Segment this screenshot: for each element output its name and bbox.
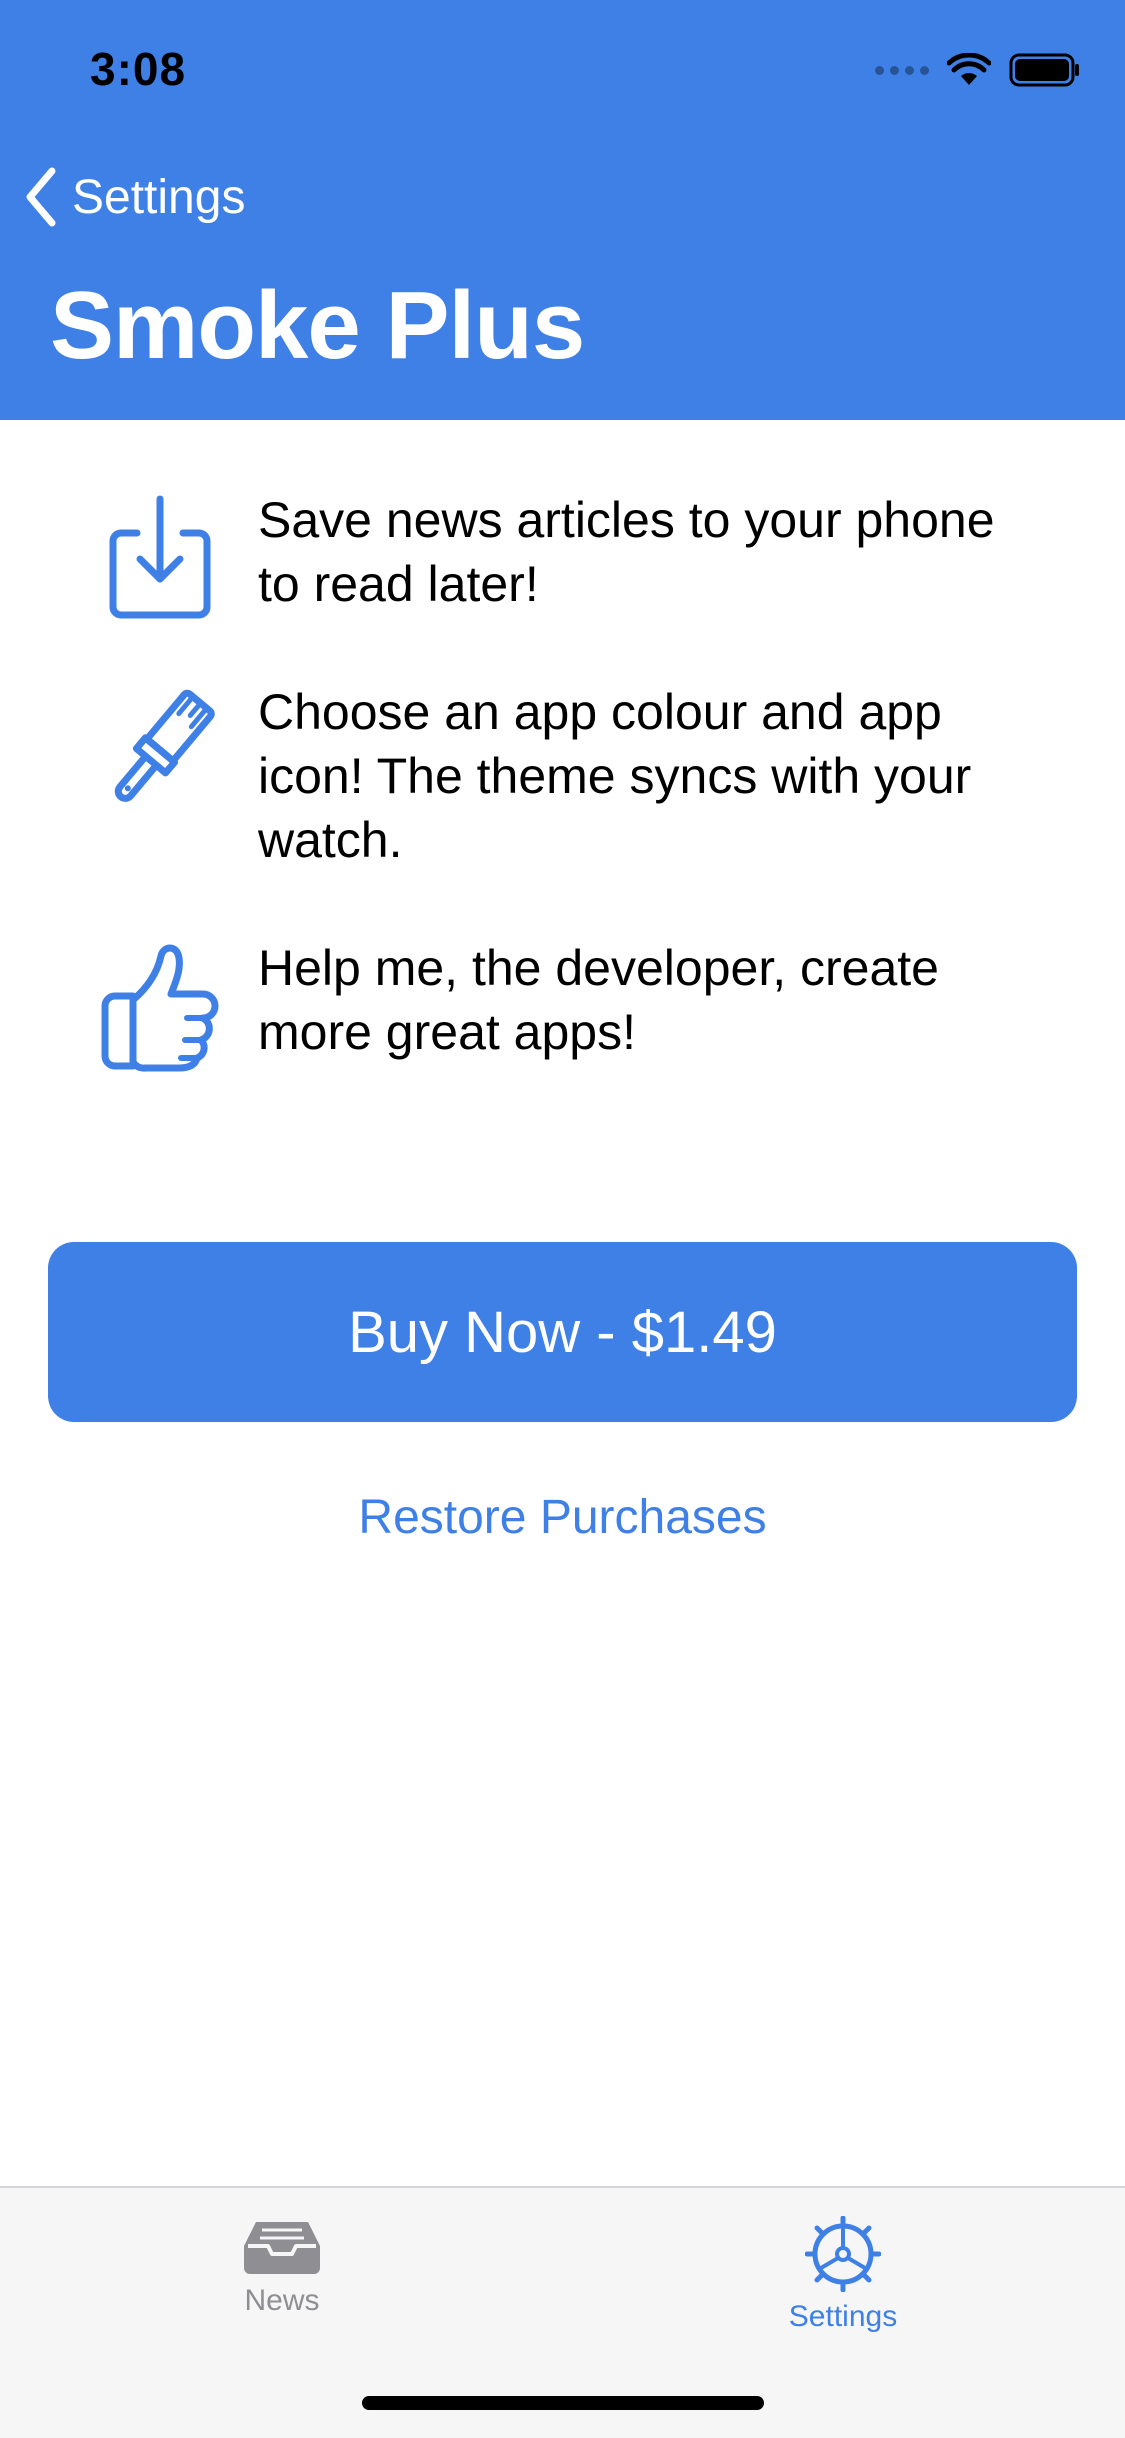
home-indicator[interactable] [362, 2396, 764, 2410]
inbox-tray-icon [244, 2222, 320, 2274]
back-button-label: Settings [72, 170, 246, 224]
back-button[interactable]: Settings [24, 162, 245, 232]
buy-now-button[interactable]: Buy Now - $1.49 [48, 1242, 1077, 1422]
thumbs-up-icon [90, 936, 230, 1076]
feature-text: Choose an app colour and app icon! The t… [258, 684, 972, 868]
tab-news[interactable]: News [152, 2216, 412, 2318]
tab-settings[interactable]: Settings [713, 2216, 973, 2334]
cellular-signal-icon [875, 65, 929, 75]
paintbrush-icon [90, 680, 230, 820]
tab-label: News [244, 2284, 320, 2317]
feature-item-save-articles: Save news articles to your phone to read… [90, 488, 1050, 628]
status-time: 3:08 [90, 43, 187, 95]
battery-icon [1009, 53, 1079, 87]
feature-text: Help me, the developer, create more grea… [258, 940, 939, 1060]
chevron-left-icon [26, 167, 56, 227]
status-icons [875, 50, 1081, 90]
gear-icon [805, 2216, 881, 2292]
wifi-icon [947, 53, 991, 85]
feature-text: Save news articles to your phone to read… [258, 492, 995, 612]
download-icon [90, 488, 230, 628]
page-title: Smoke Plus [50, 272, 585, 379]
feature-item-support-developer: Help me, the developer, create more grea… [90, 936, 1050, 1076]
feature-item-app-colour: Choose an app colour and app icon! The t… [90, 680, 1050, 872]
tab-label: Settings [788, 2300, 898, 2333]
restore-purchases-link[interactable]: Restore Purchases [0, 1490, 1125, 1545]
navigation-header: 3:08 Settings Smoke Plus [0, 0, 1125, 420]
